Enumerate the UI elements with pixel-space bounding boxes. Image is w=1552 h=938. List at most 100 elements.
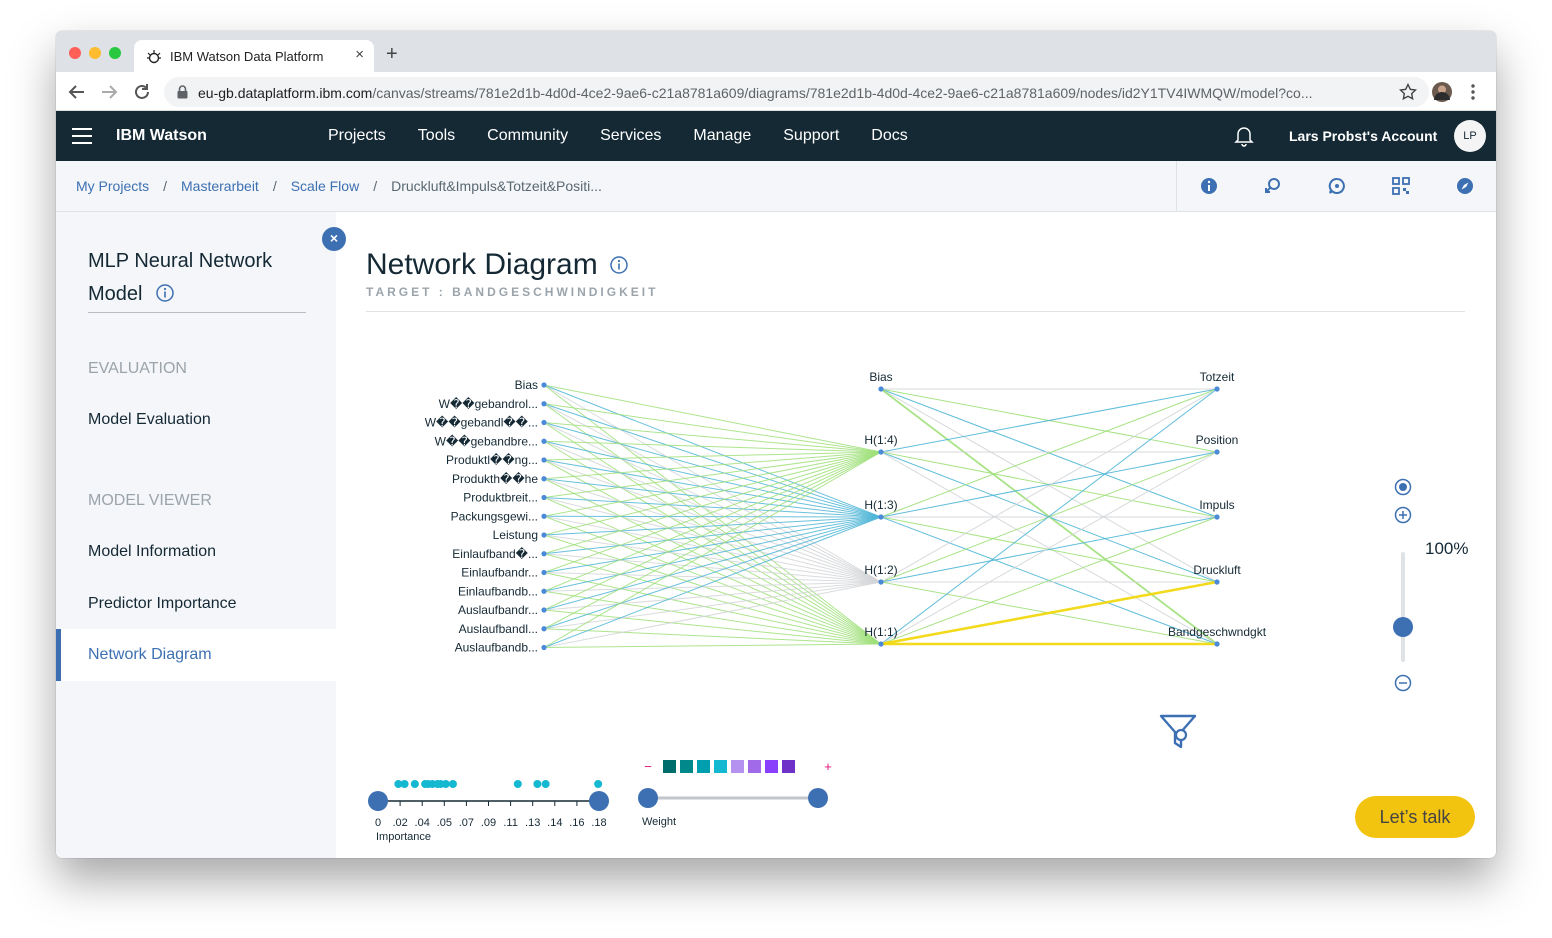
input-node[interactable] bbox=[541, 551, 547, 557]
importance-tick-label: .07 bbox=[459, 817, 474, 829]
importance-dot bbox=[541, 780, 550, 788]
output-node-label: Bandgeschwndgkt bbox=[1168, 625, 1267, 639]
input-node[interactable] bbox=[541, 588, 547, 594]
input-node-label: Einlaufbandr... bbox=[461, 566, 538, 580]
edge-input-hidden bbox=[543, 643, 882, 648]
output-node-label: Impuls bbox=[1199, 498, 1234, 512]
importance-label: Importance bbox=[376, 831, 431, 843]
hidden-node[interactable] bbox=[878, 386, 884, 392]
output-node[interactable] bbox=[1214, 386, 1220, 392]
edge-input-hidden bbox=[543, 384, 882, 453]
browser-window: IBM Watson Data Platform × + eu-gb.datap… bbox=[56, 31, 1496, 858]
input-node-label: Produktbreit... bbox=[463, 491, 538, 505]
edge-input-hidden bbox=[543, 440, 882, 518]
zoom-slider-track[interactable] bbox=[1401, 552, 1405, 662]
input-node-label: W��gebandl��... bbox=[425, 416, 538, 430]
hidden-node[interactable] bbox=[878, 514, 884, 520]
input-node-label: Packungsgewi... bbox=[451, 509, 538, 523]
weight-color-swatch bbox=[680, 760, 693, 773]
network-diagram: Bias W��gebandrol... W��gebandl��... W��geb… bbox=[368, 370, 1267, 843]
input-node-label: Einlaufband�... bbox=[452, 547, 538, 561]
zoom-out-icon[interactable] bbox=[1394, 674, 1412, 692]
input-node[interactable] bbox=[541, 401, 547, 407]
output-node[interactable] bbox=[1214, 641, 1220, 647]
output-node-label: Position bbox=[1196, 433, 1239, 447]
edge-input-hidden bbox=[543, 403, 882, 583]
weight-label: Weight bbox=[642, 816, 676, 828]
importance-min-handle[interactable] bbox=[368, 791, 388, 811]
importance-tick-label: .11 bbox=[503, 817, 517, 829]
hidden-node-label: H(1:3) bbox=[864, 498, 897, 512]
input-node-label: Produkth��he bbox=[452, 472, 538, 486]
edge-input-hidden bbox=[543, 478, 882, 583]
weight-color-swatch bbox=[765, 760, 778, 773]
input-node-label: Auslaufbandb... bbox=[455, 641, 538, 655]
input-node[interactable] bbox=[541, 476, 547, 482]
importance-tick-label: .05 bbox=[437, 817, 452, 829]
output-node[interactable] bbox=[1214, 449, 1220, 455]
input-node[interactable] bbox=[541, 644, 547, 651]
input-node-label: Auslaufbandr... bbox=[458, 603, 538, 617]
weight-color-swatch bbox=[714, 760, 727, 773]
input-node[interactable] bbox=[541, 532, 547, 538]
output-node-label: Totzeit bbox=[1200, 370, 1235, 384]
zoom-in-icon[interactable] bbox=[1394, 506, 1412, 524]
input-node-label: Auslaufbandl... bbox=[459, 622, 538, 636]
edge-input-hidden bbox=[543, 459, 882, 518]
zoom-controls bbox=[1393, 478, 1413, 692]
input-node-label: Einlaufbandb... bbox=[458, 584, 538, 598]
importance-tick-label: 0 bbox=[375, 817, 381, 829]
input-node[interactable] bbox=[541, 569, 547, 576]
input-node[interactable] bbox=[541, 438, 547, 444]
edge-input-hidden bbox=[543, 497, 882, 583]
output-node[interactable] bbox=[1214, 579, 1220, 585]
hidden-node[interactable] bbox=[878, 641, 884, 647]
zoom-percentage: 100% bbox=[1425, 539, 1469, 558]
hidden-node-label: H(1:1) bbox=[864, 625, 897, 639]
importance-dot bbox=[594, 780, 603, 788]
input-node-label: W��gebandrol... bbox=[439, 397, 538, 411]
hidden-node[interactable] bbox=[878, 449, 884, 455]
weight-color-swatch bbox=[663, 760, 676, 773]
edge-input-hidden bbox=[543, 440, 882, 645]
output-node-label: Druckluft bbox=[1193, 563, 1241, 577]
input-node[interactable] bbox=[541, 419, 547, 426]
edge-input-hidden bbox=[543, 515, 882, 518]
weight-color-swatch bbox=[748, 760, 761, 773]
output-node[interactable] bbox=[1214, 514, 1220, 520]
importance-dot bbox=[441, 780, 450, 788]
importance-max-handle[interactable] bbox=[589, 791, 609, 811]
input-node[interactable] bbox=[541, 382, 547, 388]
input-node[interactable] bbox=[541, 513, 547, 519]
lets-talk-button[interactable]: Let’s talk bbox=[1355, 796, 1475, 838]
edge-input-hidden bbox=[543, 403, 882, 453]
weight-plus-label: + bbox=[824, 759, 832, 774]
weight-max-handle[interactable] bbox=[808, 788, 828, 808]
importance-dot bbox=[448, 780, 457, 788]
weight-minus-label: − bbox=[644, 759, 652, 774]
zoom-slider-handle[interactable] bbox=[1393, 617, 1413, 637]
input-node[interactable] bbox=[541, 494, 547, 501]
importance-dot bbox=[513, 780, 522, 788]
input-node-label: Leistung bbox=[493, 528, 538, 542]
weight-color-swatch bbox=[782, 760, 795, 773]
importance-tick-label: .14 bbox=[547, 817, 562, 829]
importance-dot bbox=[410, 780, 419, 788]
input-node-label: Bias bbox=[515, 378, 538, 392]
importance-tick-label: .04 bbox=[415, 817, 430, 829]
weight-min-handle[interactable] bbox=[638, 788, 658, 808]
hidden-node[interactable] bbox=[878, 579, 884, 585]
weight-color-swatch bbox=[731, 760, 744, 773]
weight-color-swatch bbox=[697, 760, 710, 773]
hidden-node-label: Bias bbox=[869, 370, 892, 384]
importance-dot bbox=[400, 780, 409, 788]
importance-tick-label: .02 bbox=[392, 817, 407, 829]
input-node-label: W��gebandbre... bbox=[435, 434, 538, 448]
input-node[interactable] bbox=[541, 626, 547, 632]
input-node[interactable] bbox=[541, 607, 547, 613]
input-node[interactable] bbox=[541, 457, 547, 463]
edge-input-hidden bbox=[543, 451, 882, 648]
filter-icon[interactable] bbox=[1159, 713, 1197, 751]
zoom-reset-icon[interactable] bbox=[1394, 478, 1412, 496]
edge-input-hidden bbox=[543, 422, 882, 453]
